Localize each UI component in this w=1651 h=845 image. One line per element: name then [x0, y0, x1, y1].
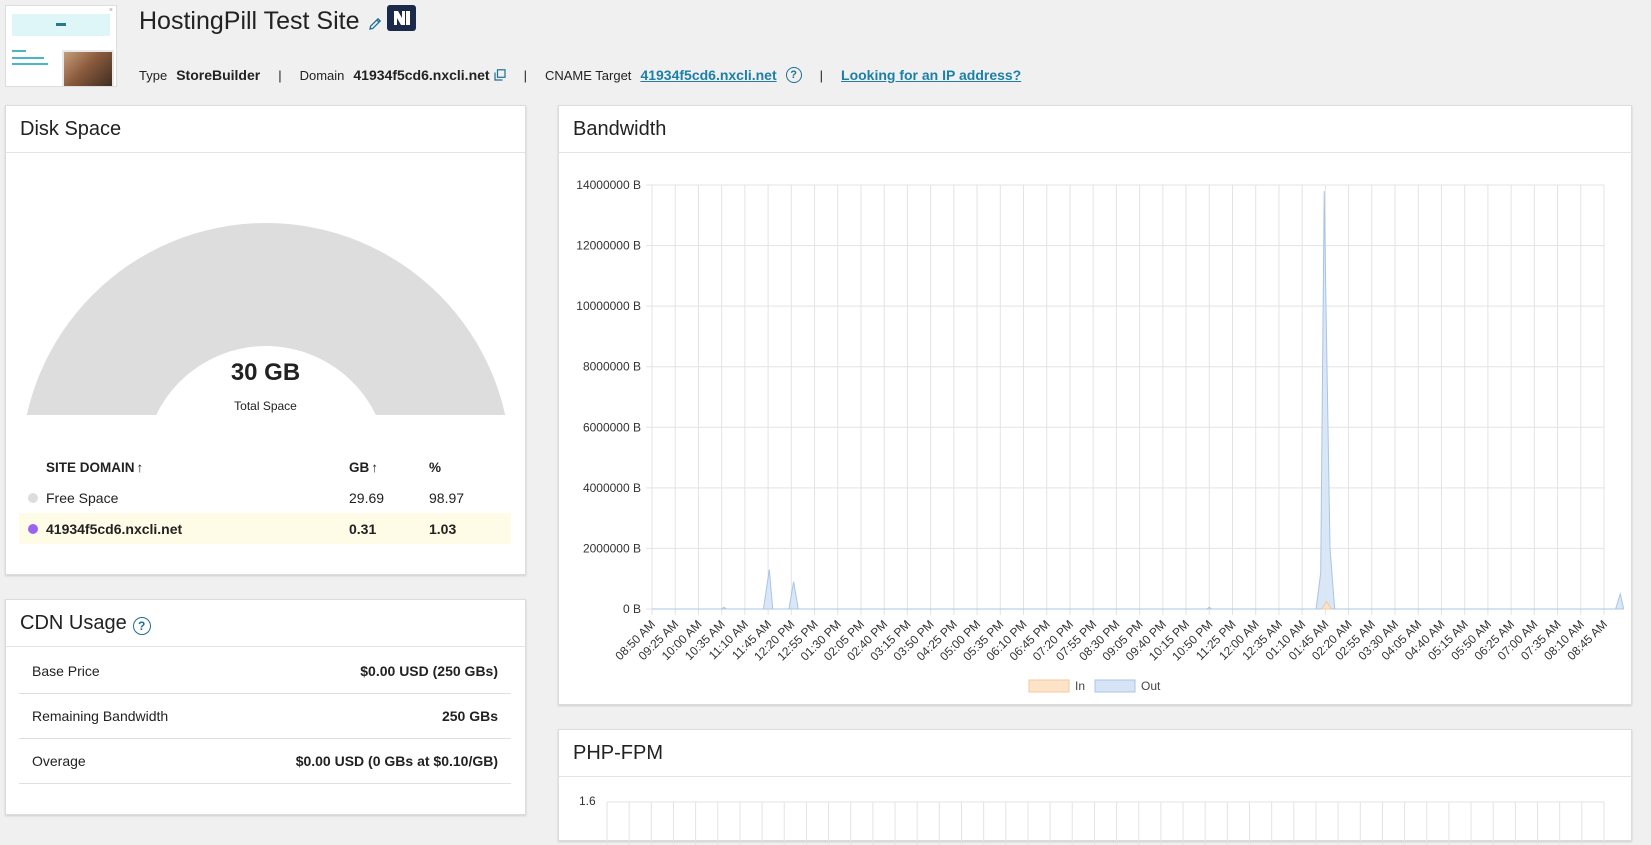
- site-title: HostingPill Test Site: [139, 7, 383, 36]
- cdn-rows: Base Price $0.00 USD (250 GBs) Remaining…: [19, 649, 511, 784]
- copy-icon[interactable]: [493, 69, 506, 81]
- legend-label-out[interactable]: Out: [1141, 679, 1161, 693]
- y-tick-label: 14000000 B: [576, 178, 641, 192]
- disk-space-card: Disk Space 30 GB Total Space SITE DOMAIN…: [5, 105, 526, 575]
- legend-swatch-in[interactable]: [1028, 679, 1070, 693]
- php-fpm-title: PHP-FPM: [559, 730, 1631, 777]
- gauge-total-value: 30 GB: [230, 359, 301, 386]
- domain-value: 41934f5cd6.nxcli.net: [353, 67, 490, 83]
- site-meta-bar: Type StoreBuilder | Domain 41934f5cd6.nx…: [139, 67, 1021, 83]
- sort-arrow-icon: ↑: [136, 459, 144, 475]
- row-name: 41934f5cd6.nxcli.net: [46, 520, 183, 537]
- y-tick-label: 12000000 B: [576, 239, 641, 253]
- php-fpm-card: PHP-FPM 1.6: [558, 729, 1632, 845]
- type-label: Type: [139, 67, 168, 83]
- cdn-usage-title-text: CDN Usage: [20, 612, 127, 634]
- separator: |: [523, 67, 527, 83]
- sort-gb[interactable]: GB ↑: [349, 460, 429, 475]
- bandwidth-card: Bandwidth 0 B 2000000 B 4000000 B 6000000 B…: [558, 105, 1632, 705]
- sort-arrow-icon: ↑: [371, 459, 378, 475]
- y-tick-label: 6000000 B: [583, 420, 641, 434]
- nexcess-logo-icon: [387, 5, 416, 31]
- site-title-text: HostingPill Test Site: [139, 7, 360, 35]
- y-tick-label: 4000000 B: [583, 481, 641, 495]
- row-gb: 0.31: [349, 520, 377, 537]
- series-area-out: [652, 191, 1625, 610]
- help-icon[interactable]: ?: [132, 617, 151, 635]
- legend-dot-icon: [27, 492, 38, 503]
- help-icon[interactable]: ?: [785, 67, 802, 83]
- disk-table-header: SITE DOMAIN ↑ GB ↑ %: [19, 452, 511, 482]
- domain-label: Domain: [299, 67, 345, 83]
- cname-link[interactable]: 41934f5cd6.nxcli.net: [640, 67, 776, 83]
- cdn-row-remaining-bandwidth: Remaining Bandwidth 250 GBs: [19, 694, 511, 739]
- y-tick-label: 10000000 B: [576, 299, 641, 313]
- disk-space-title: Disk Space: [6, 106, 525, 153]
- table-row: 41934f5cd6.nxcli.net 0.31 1.03: [19, 513, 511, 544]
- row-pct: 98.97: [429, 489, 465, 506]
- cname-label: CNAME Target: [544, 67, 632, 83]
- bandwidth-title: Bandwidth: [559, 106, 1631, 153]
- separator: |: [819, 67, 824, 83]
- separator: |: [278, 67, 282, 83]
- ip-address-link[interactable]: Looking for an IP address?: [841, 67, 1021, 83]
- disk-table: SITE DOMAIN ↑ GB ↑ % Free Space 29.69 98.9…: [19, 452, 511, 544]
- row-name: Free Space: [46, 489, 119, 506]
- table-row: Free Space 29.69 98.97: [19, 482, 511, 513]
- php-fpm-chart-grid: [606, 801, 1605, 845]
- cdn-usage-title: CDN Usage ?: [6, 600, 525, 647]
- legend-dot-icon: [27, 523, 38, 534]
- bandwidth-chart: 0 B 2000000 B 4000000 B 6000000 B 8000000 B 1…: [576, 178, 1625, 693]
- sort-site-domain[interactable]: SITE DOMAIN ↑: [46, 460, 349, 475]
- type-value: StoreBuilder: [176, 67, 261, 83]
- legend-swatch-out[interactable]: [1094, 679, 1136, 693]
- y-tick-label: 0 B: [623, 602, 641, 616]
- cdn-row-base-price: Base Price $0.00 USD (250 GBs): [19, 649, 511, 694]
- legend-label-in[interactable]: In: [1075, 679, 1085, 693]
- row-gb: 29.69: [349, 489, 385, 506]
- edit-pencil-icon[interactable]: [367, 16, 383, 32]
- cdn-usage-card: CDN Usage ? Base Price $0.00 USD (250 GB…: [5, 599, 526, 815]
- gauge-total-label: Total Space: [234, 399, 297, 413]
- chart-grid: [646, 184, 1605, 615]
- y-tick-label: 8000000 B: [583, 360, 641, 374]
- y-tick-label: 2000000 B: [583, 541, 641, 555]
- row-pct: 1.03: [429, 520, 457, 537]
- cdn-row-overage: Overage $0.00 USD (0 GBs at $0.10/GB): [19, 739, 511, 784]
- site-thumbnail[interactable]: ×: [5, 5, 117, 87]
- thumbnail-photo: [62, 50, 114, 86]
- sort-percent[interactable]: %: [429, 460, 509, 475]
